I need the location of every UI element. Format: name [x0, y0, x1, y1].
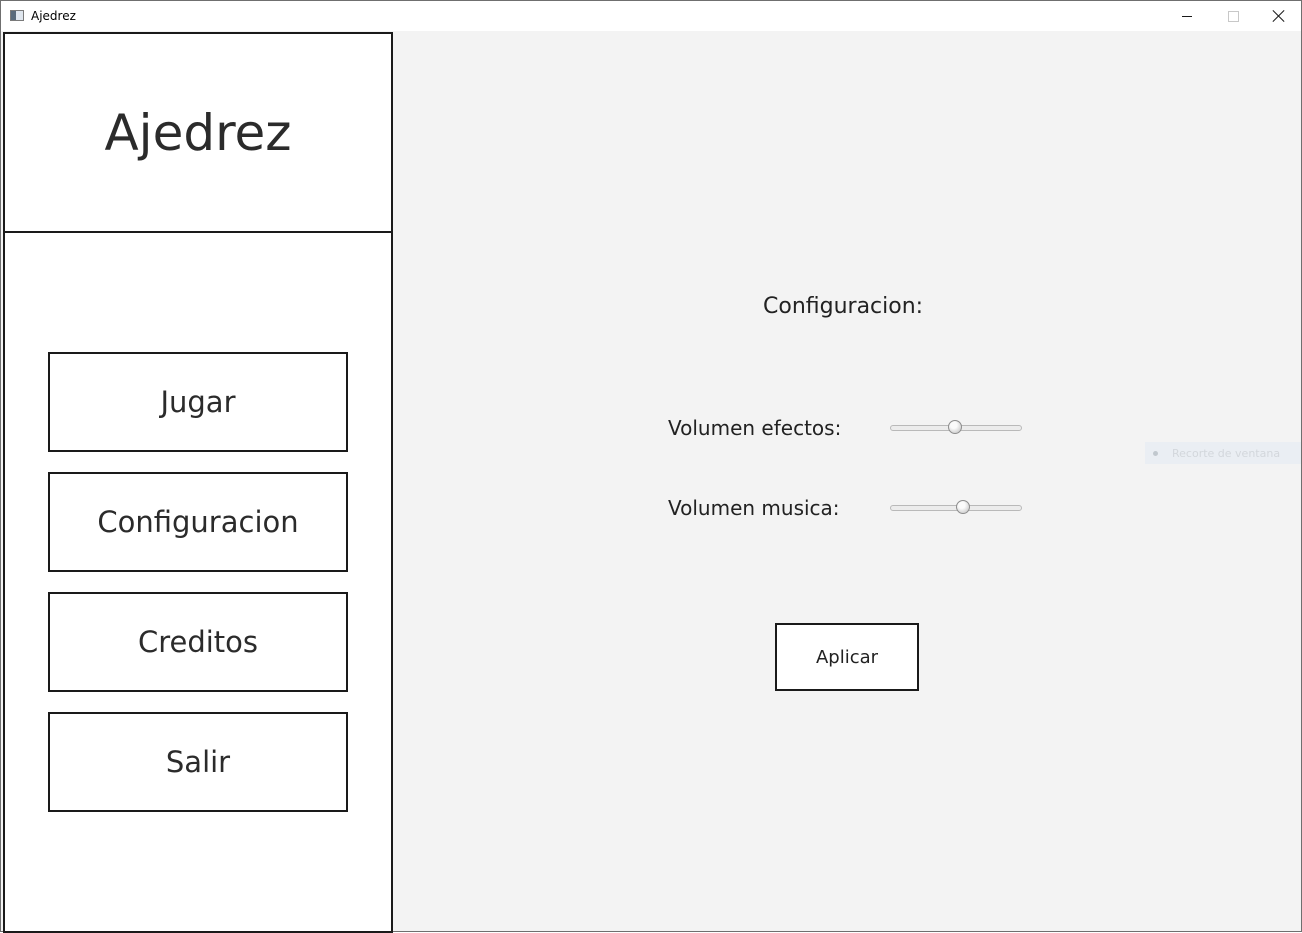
- slider-thumb[interactable]: [948, 420, 962, 434]
- sidebar: Ajedrez Jugar Configuracion Creditos Sal…: [3, 32, 393, 933]
- maximize-icon: [1227, 10, 1239, 22]
- effects-volume-slider[interactable]: [890, 420, 1022, 436]
- title-bar: Ajedrez: [1, 1, 1301, 31]
- settings-panel: Configuracion: Volumen efectos: Volumen …: [393, 32, 1301, 931]
- minimize-button[interactable]: [1164, 1, 1210, 31]
- snip-dot-icon: [1153, 450, 1158, 456]
- exit-button[interactable]: Salir: [48, 712, 348, 812]
- settings-button[interactable]: Configuracion: [48, 472, 348, 572]
- close-icon: [1273, 10, 1285, 22]
- app-window-icon: [10, 10, 24, 21]
- music-volume-slider[interactable]: [890, 500, 1022, 516]
- app-logo-title: Ajedrez: [104, 103, 292, 162]
- settings-title: Configuracion:: [763, 294, 924, 319]
- app-window: Ajedrez Ajedrez Jugar Configuracion Cred…: [0, 0, 1302, 933]
- apply-button[interactable]: Aplicar: [775, 623, 919, 691]
- minimize-icon: [1182, 15, 1192, 17]
- maximize-button[interactable]: [1210, 1, 1256, 31]
- snip-tooltip-text: Recorte de ventana: [1172, 446, 1281, 460]
- credits-button[interactable]: Creditos: [48, 592, 348, 692]
- close-button[interactable]: [1256, 1, 1302, 31]
- window-snip-tooltip: Recorte de ventana: [1145, 442, 1301, 464]
- effects-volume-label: Volumen efectos:: [668, 416, 842, 440]
- play-button[interactable]: Jugar: [48, 352, 348, 452]
- window-title: Ajedrez: [31, 9, 76, 23]
- logo-panel: Ajedrez: [5, 34, 391, 233]
- music-volume-label: Volumen musica:: [668, 496, 840, 520]
- slider-thumb[interactable]: [956, 500, 970, 514]
